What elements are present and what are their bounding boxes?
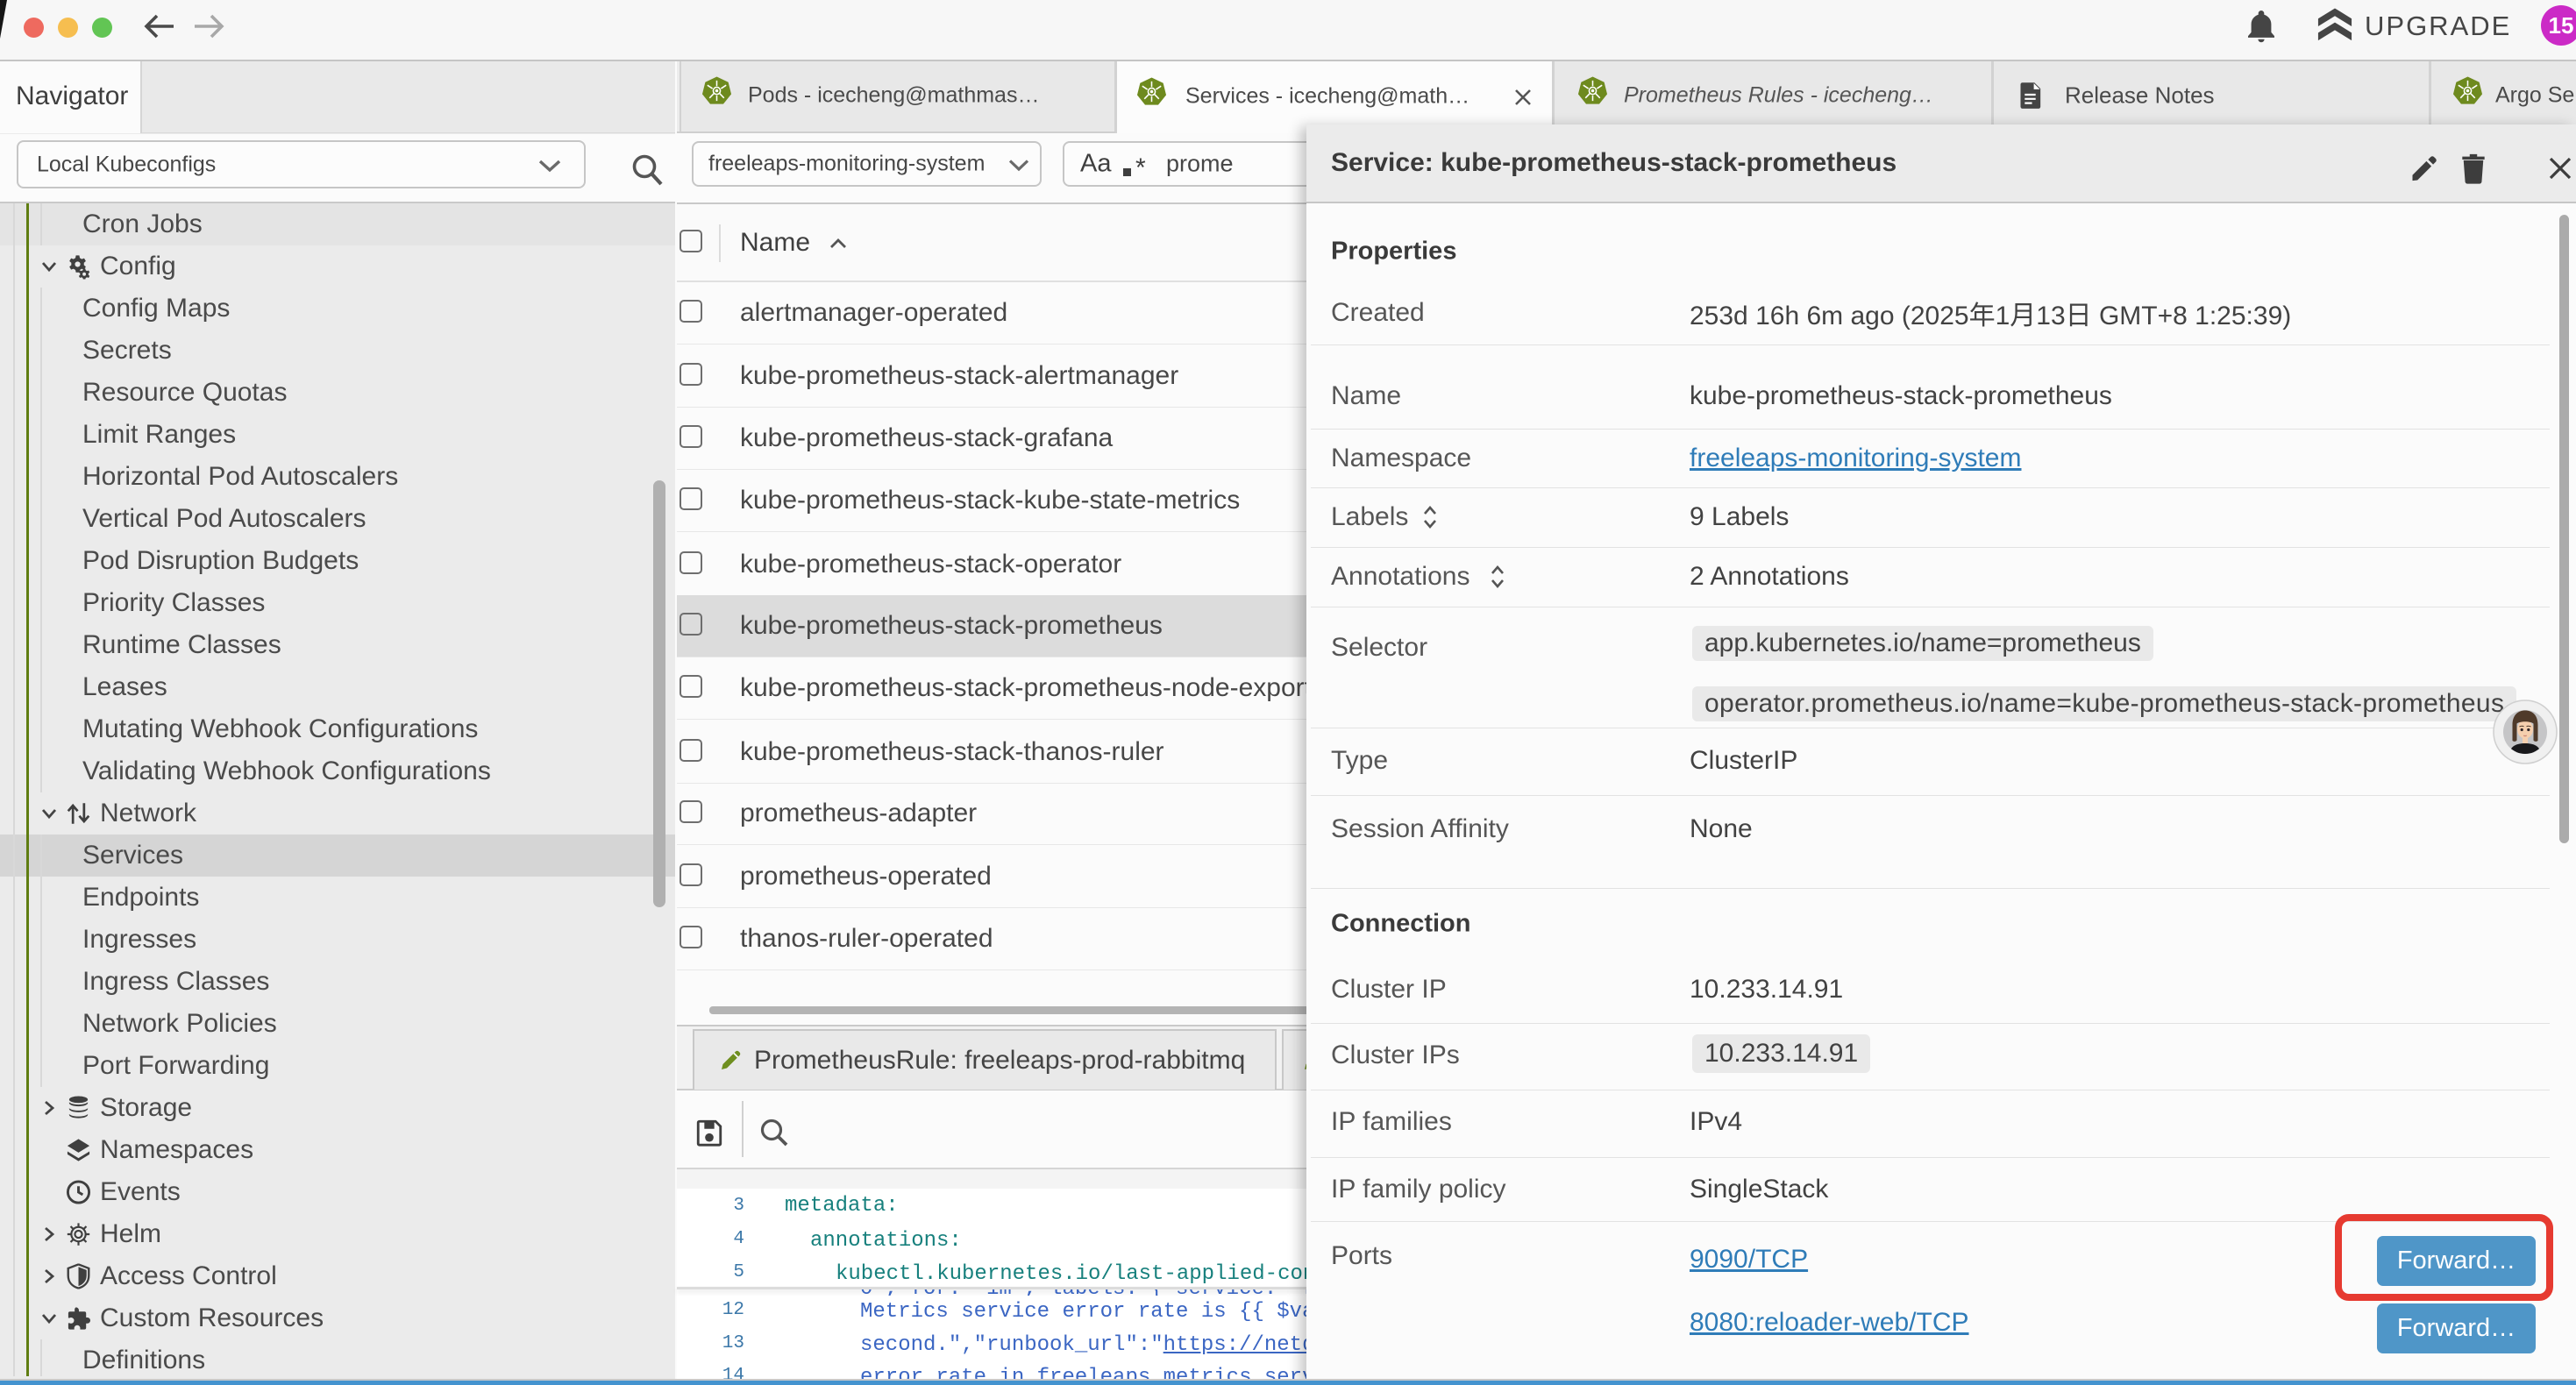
svg-text:*: * [1135, 153, 1146, 180]
